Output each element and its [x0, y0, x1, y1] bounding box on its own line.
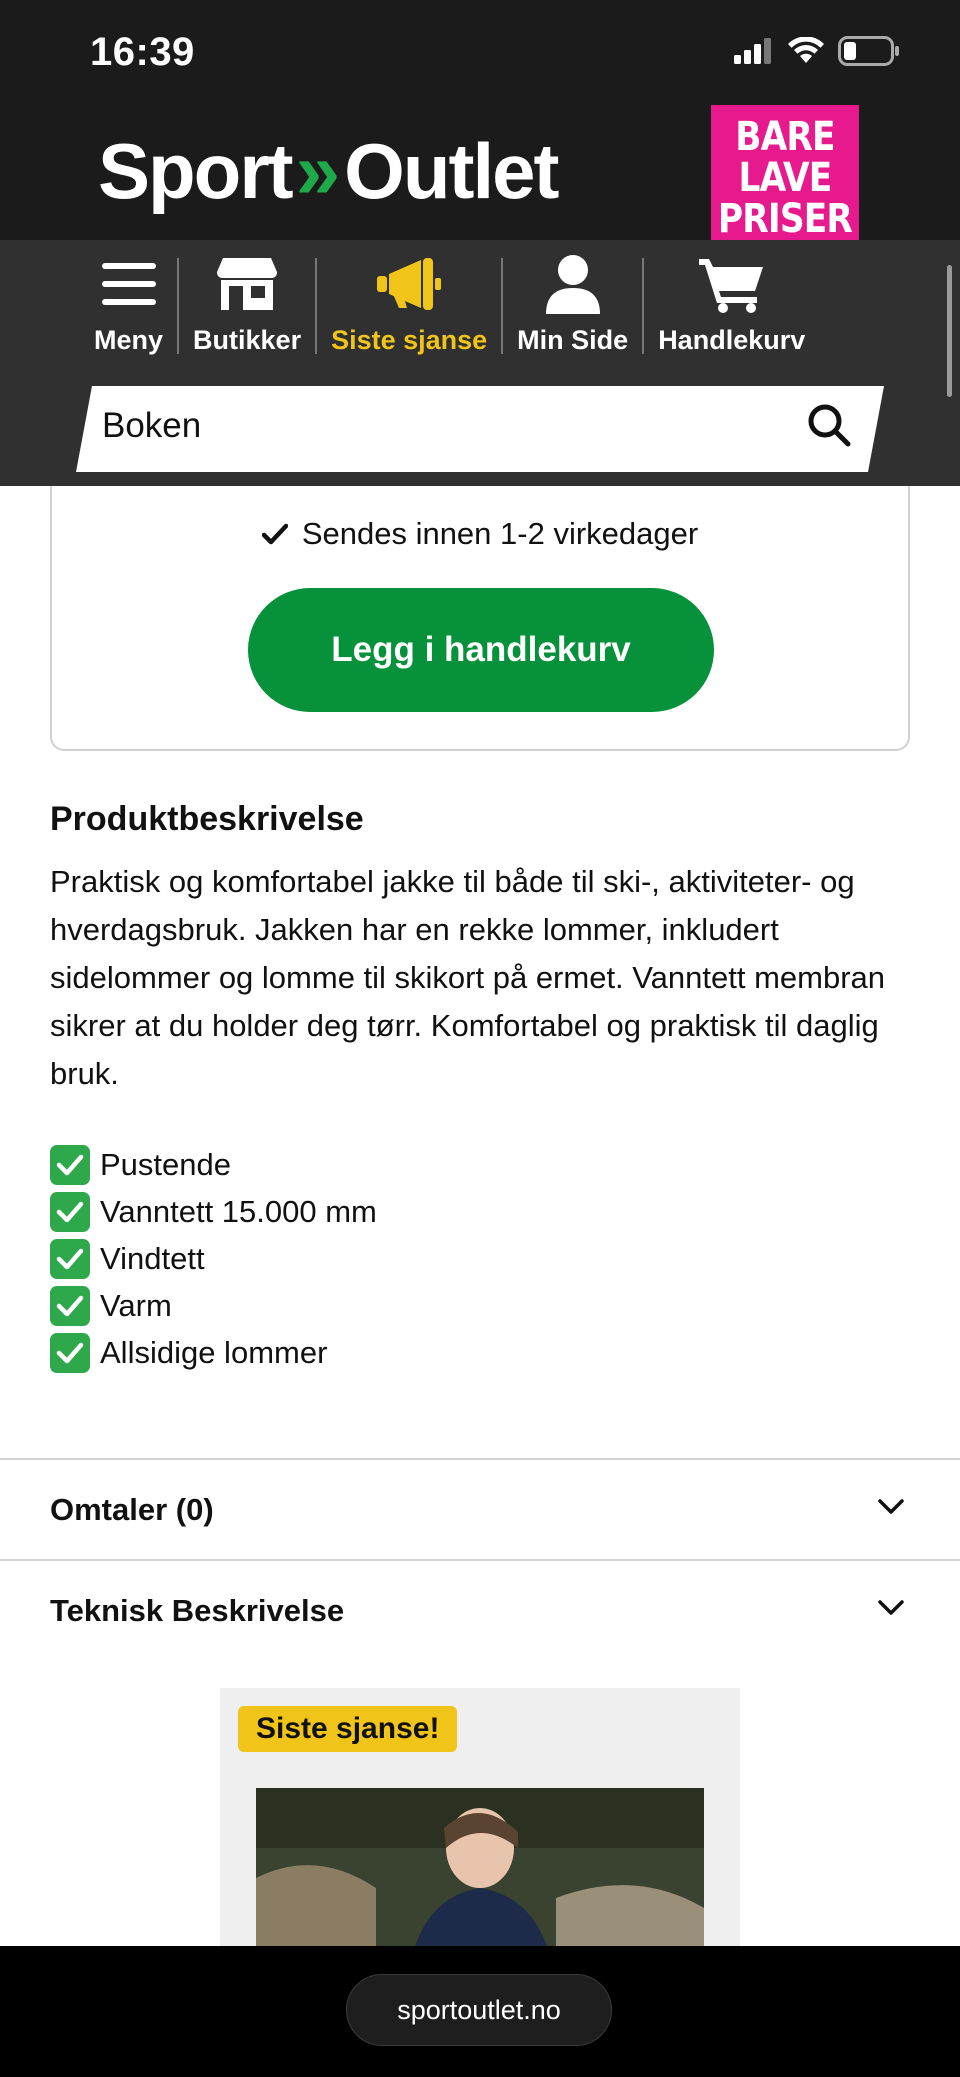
- search-icon[interactable]: [806, 402, 852, 448]
- shipping-text: Sendes innen 1-2 virkedager: [301, 516, 699, 551]
- check-box-icon: [50, 1191, 90, 1232]
- feature-text: Vindtett: [100, 1240, 205, 1276]
- feature-item: Allsidige lommer: [50, 1329, 377, 1376]
- nav-label: Butikker: [193, 325, 302, 355]
- purchase-box: Sendes innen 1-2 virkedager Legg i handl…: [50, 486, 910, 751]
- product-card[interactable]: Siste sjanse!: [220, 1688, 740, 1988]
- nav-item-cart[interactable]: Handlekurv: [644, 240, 819, 372]
- logo-arrows: »: [295, 126, 340, 215]
- feature-item: Varm: [50, 1282, 377, 1329]
- check-box-icon: [50, 1285, 90, 1326]
- browser-bottom-bar: sportoutlet.no: [0, 1946, 960, 2077]
- description-title: Produktbeskrivelse: [50, 800, 364, 838]
- feature-item: Vanntett 15.000 mm: [50, 1188, 377, 1235]
- cart-icon: [698, 259, 763, 313]
- check-box-icon: [50, 1238, 90, 1279]
- accordion-technical[interactable]: Teknisk Beskrivelse: [0, 1559, 960, 1659]
- nav-item-menu[interactable]: Meny: [80, 240, 177, 372]
- signal-icon: [734, 38, 771, 64]
- feature-text: Pustende: [100, 1146, 231, 1182]
- promo-line: BARE: [735, 113, 835, 160]
- promo-line: LAVE: [738, 154, 833, 201]
- promo-line: PRISER: [717, 195, 853, 242]
- checkmark-icon: [261, 523, 288, 545]
- store-icon: [217, 258, 278, 310]
- main-nav: Meny Butikker Siste sjanse Min Side Hand…: [0, 240, 960, 372]
- feature-text: Vanntett 15.000 mm: [100, 1193, 377, 1229]
- nav-label: Min Side: [517, 325, 629, 355]
- menu-icon: [101, 263, 156, 305]
- last-chance-badge: Siste sjanse!: [238, 1706, 458, 1752]
- nav-item-my-page[interactable]: Min Side: [503, 240, 642, 372]
- status-bar: 16:39: [0, 0, 960, 105]
- nav-item-stores[interactable]: Butikker: [179, 240, 315, 372]
- check-box-icon: [50, 1332, 90, 1373]
- accordion-reviews[interactable]: Omtaler (0): [0, 1458, 960, 1558]
- megaphone-icon: [377, 258, 442, 310]
- description-text: Praktisk og komfortabel jakke til både t…: [50, 864, 886, 1091]
- feature-text: Varm: [100, 1287, 172, 1323]
- nav-label: Meny: [94, 325, 164, 355]
- logo-text-sport: Sport: [98, 126, 294, 215]
- site-logo[interactable]: Sport » Outlet: [98, 125, 559, 217]
- nav-label: Handlekurv: [658, 325, 806, 355]
- feature-item: Vindtett: [50, 1235, 377, 1282]
- feature-list: Pustende Vanntett 15.000 mm Vindtett Var…: [50, 1141, 377, 1376]
- search-bar: Boken: [0, 372, 960, 486]
- chevron-down-icon: [878, 1499, 904, 1514]
- user-icon: [545, 255, 600, 314]
- scrollbar-thumb[interactable]: [947, 265, 952, 397]
- url-bar[interactable]: sportoutlet.no: [346, 1974, 612, 2046]
- status-icons: [734, 36, 900, 66]
- chevron-down-icon: [878, 1600, 904, 1615]
- feature-text: Allsidige lommer: [100, 1334, 328, 1370]
- accordion-title: Omtaler (0): [50, 1492, 214, 1527]
- accordion-title: Teknisk Beskrivelse: [50, 1593, 345, 1628]
- site-header: Sport » Outlet BARE LAVE PRISER: [0, 105, 960, 251]
- battery-icon: [838, 36, 899, 66]
- nav-label: Siste sjanse: [331, 325, 488, 355]
- wifi-icon: [788, 37, 824, 63]
- add-to-cart-button[interactable]: Legg i handlekurv: [248, 588, 714, 712]
- search-input-value[interactable]: Boken: [102, 406, 201, 446]
- feature-item: Pustende: [50, 1141, 377, 1188]
- nav-item-last-chance[interactable]: Siste sjanse: [317, 240, 501, 372]
- promo-badge[interactable]: BARE LAVE PRISER: [711, 105, 859, 251]
- logo-text-outlet: Outlet: [344, 126, 559, 215]
- check-box-icon: [50, 1144, 90, 1185]
- status-time: 16:39: [90, 30, 195, 74]
- shipping-info: Sendes innen 1-2 virkedager: [52, 516, 908, 552]
